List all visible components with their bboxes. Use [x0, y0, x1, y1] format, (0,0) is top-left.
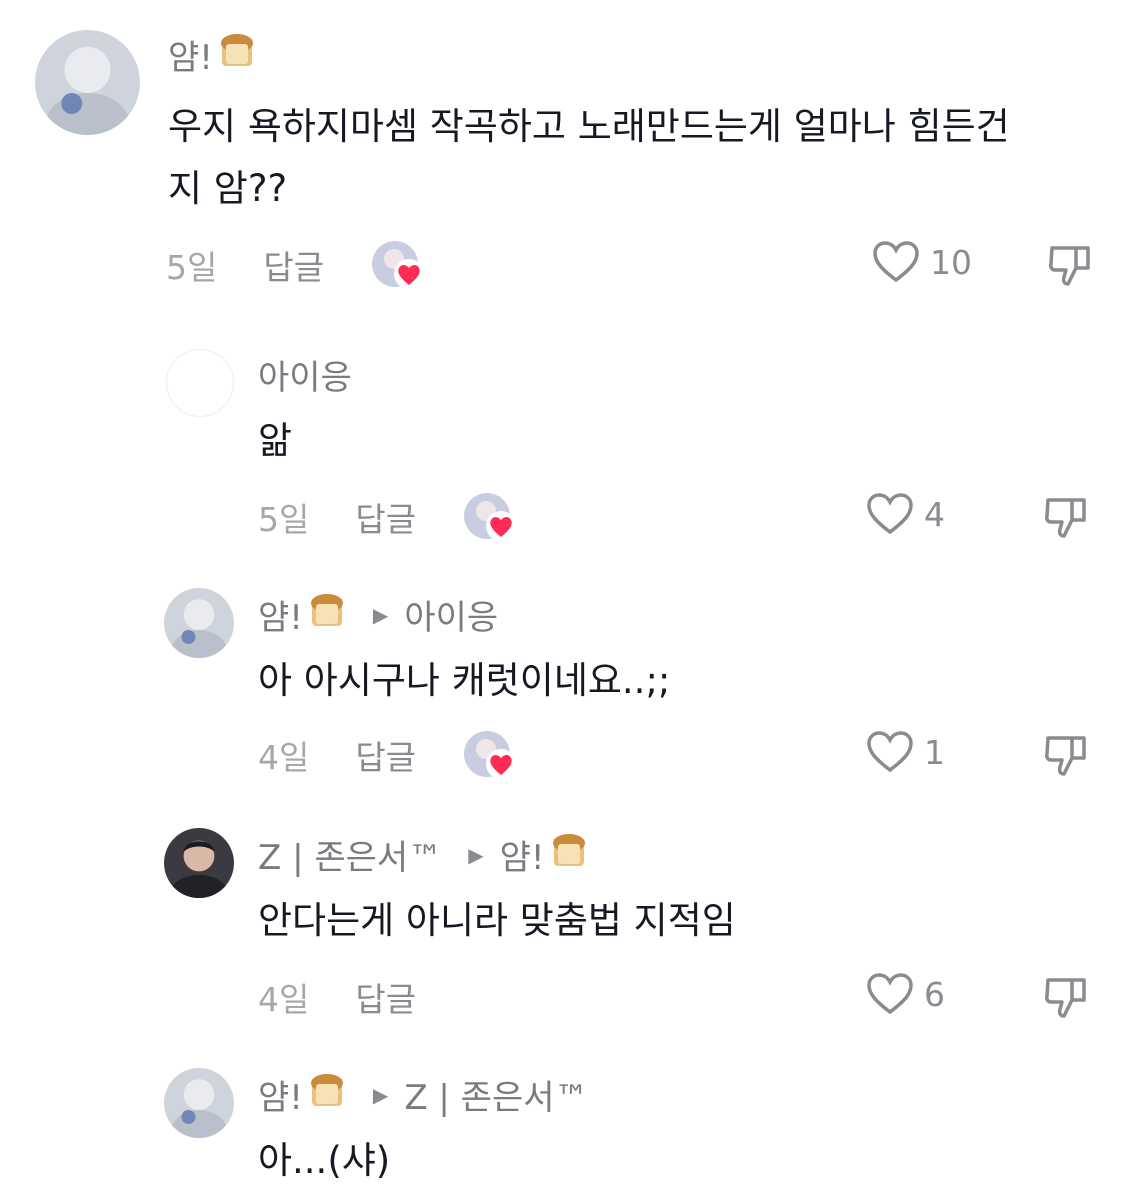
reply-button[interactable]: 답글 — [355, 731, 416, 779]
like-count: 4 — [924, 494, 945, 534]
comment-text: 아...(샤) — [258, 1139, 391, 1182]
thumbs-down-icon[interactable] — [1042, 492, 1090, 540]
comment-meta: 5일 답글 — [166, 240, 425, 290]
like-button[interactable]: 10 — [872, 240, 972, 284]
author-name[interactable]: 아이응 — [258, 350, 352, 399]
comment-date: 4일 — [258, 980, 310, 1019]
like-button[interactable]: 6 — [866, 972, 945, 1016]
like-count: 10 — [930, 242, 972, 282]
comment-text: 우지 욕하지마셈 작곡하고 노래만드는게 얼마나 힘든건 지 암?? — [168, 105, 1010, 210]
reply-target-name[interactable]: 얌! — [500, 830, 545, 879]
creator-heart-badge-icon — [486, 511, 517, 541]
like-count: 6 — [924, 974, 945, 1014]
reply-button[interactable]: 답글 — [355, 973, 416, 1021]
creator-heart-badge-icon — [394, 259, 425, 289]
comment-meta: 5일 답글 — [258, 492, 517, 542]
avatar[interactable] — [166, 349, 234, 417]
comment-date: 4일 — [258, 738, 310, 777]
creator-liked-badge — [464, 493, 517, 541]
bread-emoji — [307, 590, 347, 639]
creator-heart-badge-icon — [486, 749, 517, 779]
bread-emoji — [307, 1070, 347, 1119]
reply-arrow-icon: ▶ — [372, 602, 389, 627]
comment-date: 5일 — [258, 500, 310, 539]
comment-text: 앎 — [258, 419, 293, 462]
heart-outline-icon — [867, 731, 913, 773]
thumbs-down-icon[interactable] — [1042, 972, 1090, 1020]
like-button[interactable]: 4 — [866, 492, 945, 536]
comment-date: 5일 — [166, 248, 218, 287]
author-name[interactable]: 얌! ▶ Z | 존은서™ — [258, 1070, 589, 1119]
reply-button[interactable]: 답글 — [263, 241, 324, 289]
reply-target-name[interactable]: 아이응 — [404, 590, 498, 639]
author-name[interactable]: 얌! ▶ 아이응 — [258, 590, 498, 639]
creator-liked-badge — [372, 241, 425, 289]
avatar[interactable] — [164, 588, 234, 658]
comment-text: 안다는게 아니라 맞춤법 지적임 — [258, 899, 736, 942]
bread-emoji — [549, 830, 589, 879]
author-name[interactable]: 얌! — [168, 30, 257, 79]
author-name[interactable]: Z | 존은서™ ▶ 얌! — [258, 830, 589, 879]
creator-liked-badge — [464, 731, 517, 779]
like-count: 1 — [924, 732, 945, 772]
comment-meta: 4일 답글 — [258, 972, 416, 1022]
reply-target-name[interactable]: Z | 존은서™ — [404, 1070, 588, 1119]
thumbs-down-icon[interactable] — [1042, 730, 1090, 778]
bread-emoji — [217, 30, 257, 79]
avatar[interactable] — [164, 828, 234, 898]
heart-outline-icon — [867, 493, 913, 535]
like-button[interactable]: 1 — [866, 730, 945, 774]
reply-button[interactable]: 답글 — [355, 493, 416, 541]
comment-text: 아 아시구나 캐럿이네요..;; — [258, 659, 671, 702]
thumbs-down-icon[interactable] — [1046, 240, 1094, 288]
comment-meta: 4일 답글 — [258, 730, 517, 780]
reply-arrow-icon: ▶ — [468, 842, 484, 867]
heart-outline-icon — [867, 973, 913, 1015]
avatar[interactable] — [164, 1068, 234, 1138]
reply-arrow-icon: ▶ — [372, 1082, 389, 1107]
avatar[interactable] — [35, 30, 140, 135]
heart-outline-icon — [873, 241, 919, 283]
